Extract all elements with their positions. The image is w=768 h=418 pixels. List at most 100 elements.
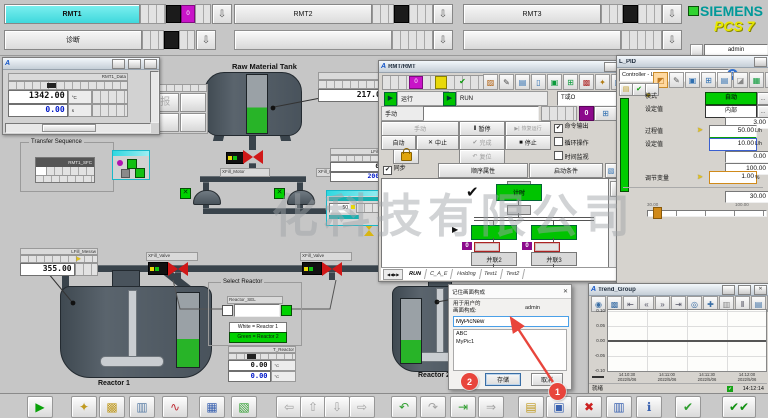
composition-name-input[interactable] (453, 316, 569, 327)
nav-down-button[interactable]: ⇩ (324, 396, 350, 418)
selector-box[interactable] (234, 304, 280, 317)
picture-key-button[interactable]: ▩ (99, 396, 125, 418)
pid-ok-tile[interactable]: ✔ (632, 83, 646, 96)
checkbox-unchecked[interactable] (554, 151, 563, 160)
tab-scroll-buttons[interactable]: ◀◀▶▶ (383, 269, 403, 280)
maximize-button[interactable] (738, 285, 751, 295)
area-strip-2-select-button[interactable]: ⇩ (662, 30, 682, 50)
sync-checkbox[interactable]: ✔ 同步 (383, 165, 406, 175)
list-item[interactable]: MyPic1 (454, 338, 566, 346)
checkbox-checked[interactable]: ✔ (383, 166, 392, 175)
sfc-step-parallel3[interactable]: 并联3 (531, 252, 577, 266)
thermometer-picture-button[interactable]: ▦ (199, 396, 225, 418)
pid-sp-value[interactable]: 10.00 (709, 138, 757, 151)
runtime-button[interactable]: ▶ (27, 396, 53, 418)
hand-icon[interactable]: ➤ (697, 126, 703, 135)
sfc-mode-dropdown[interactable]: T或O▾ (557, 91, 623, 106)
rmt1-alarm-tile[interactable] (166, 5, 181, 23)
auto-button[interactable]: 自动 (381, 135, 416, 150)
valve-left-tag[interactable]: XFill_Valve (146, 252, 198, 261)
info-picture-button[interactable]: ℹ (636, 396, 662, 418)
undo-picture-button[interactable]: ↶ (391, 396, 417, 418)
overview-vscrollbar[interactable] (150, 71, 159, 123)
trend-plot[interactable] (607, 309, 767, 372)
rmt3-picture-select-button[interactable]: ⇩ (662, 4, 682, 24)
sfc-tool-edit[interactable]: ✎ (499, 74, 514, 90)
picture-forward-button[interactable]: ▧ (231, 396, 257, 418)
pid-tool-param[interactable]: ▣ (685, 72, 700, 88)
sfc-step-timer[interactable]: 计时 (496, 184, 542, 201)
pump-2[interactable] (287, 190, 315, 205)
cmd-output-checkbox[interactable]: ✔ 命令输出 (554, 123, 589, 133)
list-item[interactable]: ABC (454, 330, 566, 338)
sfc-detail-button[interactable]: ⊞ (594, 106, 617, 121)
hand-icon[interactable]: ➤ (697, 173, 703, 182)
trend-window-titlebar[interactable]: A Trend_Group ✕ (589, 284, 768, 296)
pid-tool-ramp[interactable]: ◪ (733, 72, 748, 88)
checkbox-unchecked[interactable] (554, 137, 563, 146)
hand-icon[interactable]: ➤ (75, 255, 81, 264)
valve-mid-tag[interactable]: XFill_Valve (300, 252, 352, 261)
trend-button[interactable]: ∿ (162, 396, 188, 418)
reset-button[interactable]: ↶复位 (459, 149, 505, 164)
reactor1-feed-valve[interactable] (168, 262, 188, 276)
nav-left-button[interactable]: ⇦ (276, 396, 302, 418)
rmt1-batch-tile[interactable]: 0 (181, 5, 195, 23)
picture-next-button[interactable]: ⇒ (478, 396, 504, 418)
batch-mini-window[interactable] (112, 150, 150, 180)
area-button-diagnostics[interactable]: 诊断 (4, 30, 142, 50)
sfc-tool-step[interactable]: ▣ (547, 74, 562, 90)
sfc-tool-new[interactable]: ▨ (483, 74, 498, 90)
pid-mode-value[interactable]: 自动 (705, 92, 757, 105)
window-button[interactable] (128, 59, 141, 69)
minimize-button[interactable] (722, 285, 735, 295)
alarm-tile-cell[interactable] (180, 113, 207, 132)
area-button-rmt3[interactable]: RMT3 (463, 4, 601, 24)
start-conditions-button[interactable]: 启动条件 (529, 163, 603, 178)
sfc-tool-sheet[interactable]: ▤ (515, 74, 530, 90)
lock-button[interactable] (393, 149, 419, 164)
overview-faceplate[interactable]: RMT1_Data 1342.00°C 0.00s (8, 73, 128, 117)
pid-mv-value[interactable]: 1.00 (709, 171, 757, 184)
redo-picture-button[interactable]: ↷ (420, 396, 446, 418)
sfc-dialog-titlebar[interactable]: A RMT/RMT (379, 61, 619, 73)
key-button[interactable]: ✦ (71, 396, 97, 418)
stop-button[interactable]: ■停止 (505, 135, 551, 150)
diag-alarm-tile[interactable] (164, 31, 179, 49)
sfc-command-field[interactable] (423, 106, 539, 121)
reactor-temp-faceplate[interactable]: T_Reactor 0.00°C 0.00°C (228, 346, 296, 374)
area-button-rmt2[interactable]: RMT2 (234, 4, 372, 24)
area-button-rmt1[interactable]: RMT1 (4, 4, 140, 24)
overview-window-titlebar[interactable]: A (3, 58, 159, 70)
tab-holding[interactable]: Holding (452, 269, 482, 279)
tab-c_a_e[interactable]: C_A_E (425, 269, 454, 279)
complete-button[interactable]: ✔完成 (459, 135, 505, 150)
reactor2-feed-valve[interactable] (322, 262, 342, 276)
nav-right-button[interactable]: ⇨ (349, 396, 375, 418)
pid-tool-trend[interactable]: ▤ (717, 72, 732, 88)
sfc-transition[interactable] (507, 205, 531, 215)
sfc-tool-star[interactable]: ✦ (595, 74, 610, 90)
open-pictures-button[interactable]: ▤ (518, 396, 544, 418)
pid-slider-thumb[interactable] (653, 207, 662, 219)
sfc-step-parallel2[interactable]: 并联2 (471, 252, 517, 266)
reactor1-level-faceplate[interactable]: LFill_Messw ➤ 355.00 (20, 248, 98, 273)
pid-slider-track[interactable] (647, 210, 767, 217)
sfc-step-active-1[interactable] (471, 225, 517, 240)
dialog-close-button[interactable]: ✕ (563, 288, 568, 295)
sequence-properties-button[interactable]: 顺序属性 (438, 163, 528, 178)
alarm-tile-cell[interactable] (180, 93, 207, 112)
pid-mode-more-button[interactable]: ... (757, 92, 768, 105)
pause-button[interactable]: ‖暂停 (459, 121, 505, 136)
overview-hscrollbar[interactable] (5, 123, 151, 133)
rmt1-picture-select-button[interactable]: ⇩ (212, 4, 232, 24)
pid-tool-limits[interactable]: ⊞ (701, 72, 716, 88)
rmt2-picture-select-button[interactable]: ⇩ (433, 4, 453, 24)
selector-green-square[interactable] (281, 305, 292, 316)
save-button[interactable]: 存储 (485, 373, 521, 386)
mini-window[interactable]: 50 (326, 190, 386, 226)
area-strip-1-select-button[interactable]: ⇩ (433, 30, 453, 50)
sfc-tool-grid[interactable]: ⊞ (563, 74, 578, 90)
tab-test1[interactable]: Test1 (479, 269, 503, 279)
tab-test2[interactable]: Test2 (501, 269, 525, 279)
